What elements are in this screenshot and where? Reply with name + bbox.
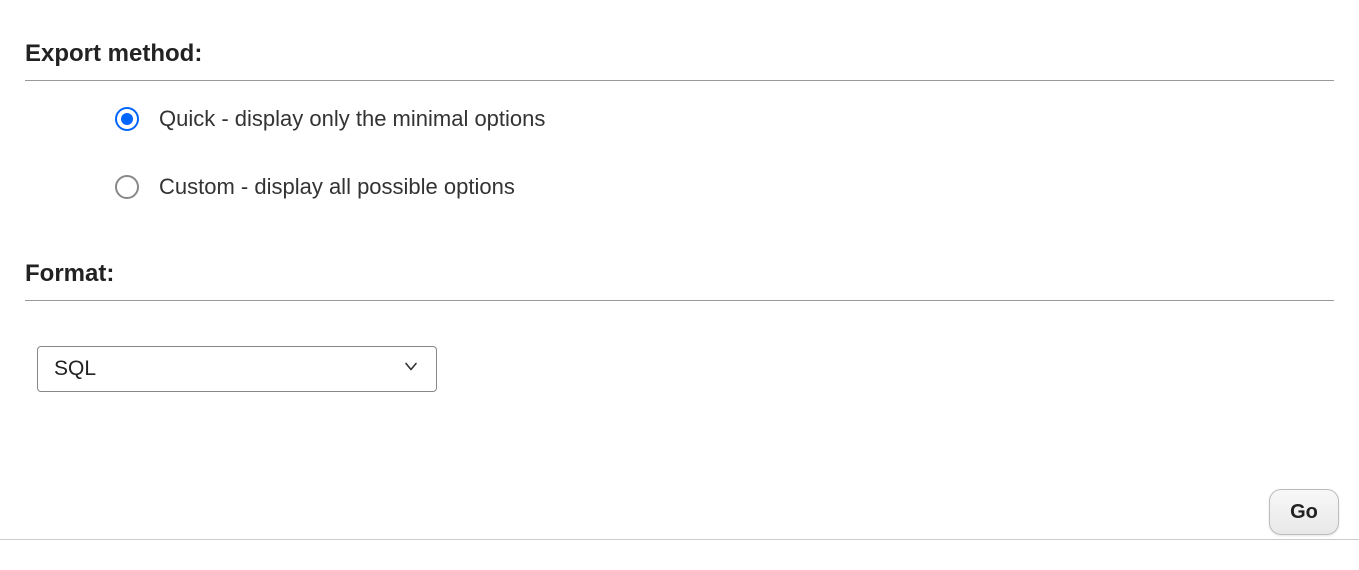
format-select-wrapper: SQL (37, 346, 437, 392)
radio-option-custom[interactable]: Custom - display all possible options (115, 174, 1334, 200)
export-method-section: Export method: Quick - display only the … (25, 40, 1334, 200)
export-method-radio-group: Quick - display only the minimal options… (25, 106, 1334, 200)
radio-quick-label: Quick - display only the minimal options (159, 106, 545, 132)
format-section: Format: SQL (25, 260, 1334, 392)
format-heading: Format: (25, 260, 1334, 301)
radio-custom-label: Custom - display all possible options (159, 174, 515, 200)
radio-option-quick[interactable]: Quick - display only the minimal options (115, 106, 1334, 132)
format-select[interactable]: SQL (37, 346, 437, 392)
go-button[interactable]: Go (1269, 489, 1339, 535)
radio-quick-input[interactable] (115, 107, 139, 131)
export-method-heading: Export method: (25, 40, 1334, 81)
radio-custom-input[interactable] (115, 175, 139, 199)
footer-divider (0, 539, 1359, 540)
